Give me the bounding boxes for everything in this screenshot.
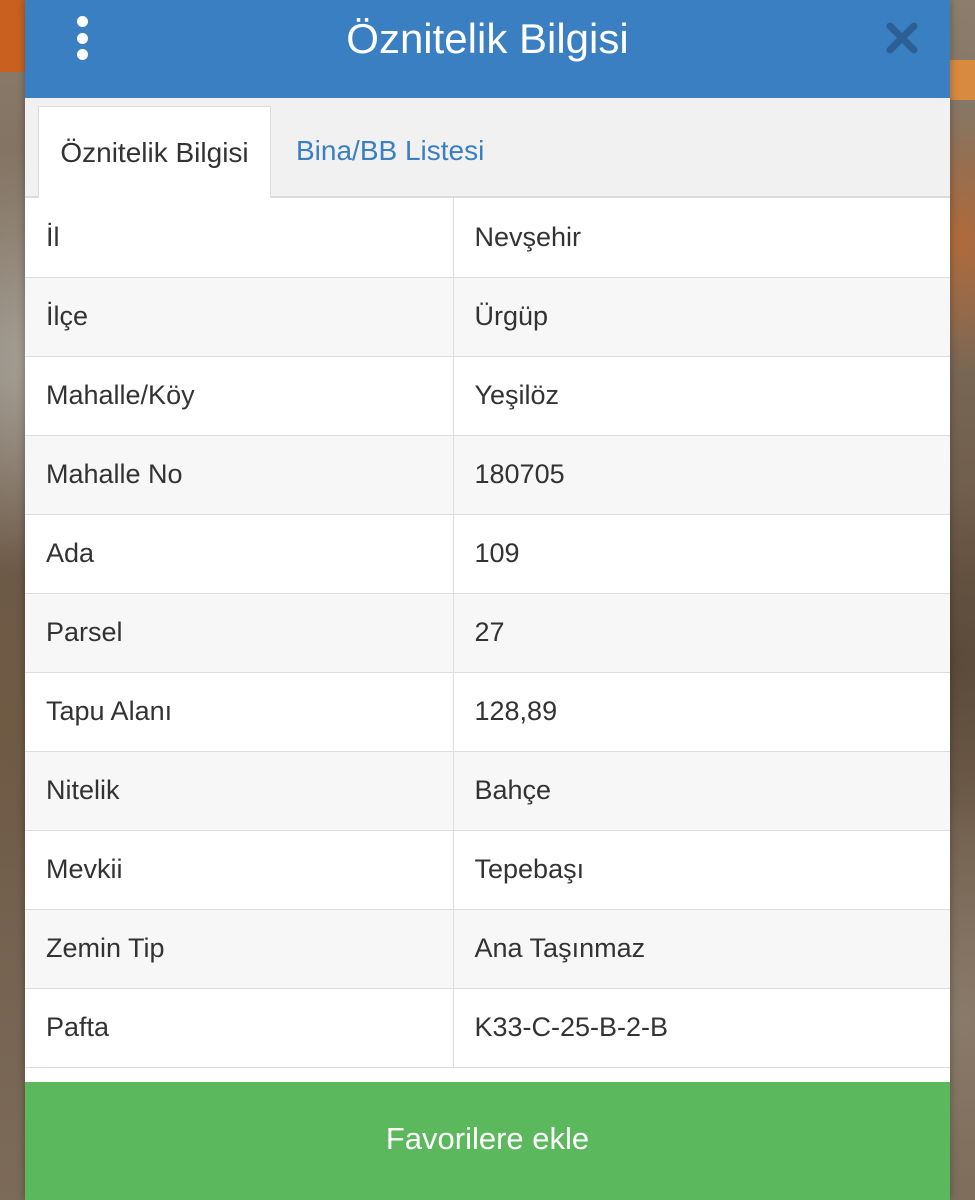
- attribute-value: Tepebaşı: [453, 830, 950, 910]
- table-row: Mevkii Tepebaşı: [25, 830, 950, 910]
- attribute-key: Parsel: [25, 593, 454, 673]
- attribute-value: Yeşilöz: [453, 356, 950, 436]
- attribute-value: K33-C-25-B-2-B: [453, 988, 950, 1068]
- attribute-key: Mahalle/Köy: [25, 356, 454, 436]
- table-row: Pafta K33-C-25-B-2-B: [25, 988, 950, 1068]
- tab-building-list[interactable]: Bina/BB Listesi: [296, 106, 484, 196]
- tab-bar: Öznitelik Bilgisi Bina/BB Listesi: [25, 98, 950, 198]
- attribute-key: İl: [25, 198, 454, 278]
- attribute-key: Ada: [25, 514, 454, 594]
- attribute-key: Mevkii: [25, 830, 454, 910]
- table-row: Mahalle/Köy Yeşilöz: [25, 356, 950, 436]
- attribute-key: Pafta: [25, 988, 454, 1068]
- attribute-key: İlçe: [25, 277, 454, 357]
- attribute-value: Ana Taşınmaz: [453, 909, 950, 989]
- table-row: Nitelik Bahçe: [25, 751, 950, 831]
- attribute-value: 109: [453, 514, 950, 594]
- table-row: Mahalle No 180705: [25, 435, 950, 515]
- attribute-value: Nevşehir: [453, 198, 950, 278]
- table-row: Parsel 27: [25, 593, 950, 673]
- vertical-dots-icon[interactable]: [69, 16, 95, 60]
- dialog-header: Öznitelik Bilgisi: [25, 0, 950, 98]
- dialog-title: Öznitelik Bilgisi: [346, 15, 629, 62]
- close-icon[interactable]: [882, 18, 922, 58]
- attribute-key: Zemin Tip: [25, 909, 454, 989]
- table-row: Zemin Tip Ana Taşınmaz: [25, 909, 950, 989]
- table-row: İlçe Ürgüp: [25, 277, 950, 357]
- attribute-value: Bahçe: [453, 751, 950, 831]
- map-feature: [949, 60, 975, 100]
- table-row: İl Nevşehir: [25, 198, 950, 278]
- attribute-value: 128,89: [453, 672, 950, 752]
- table-row: Ada 109: [25, 514, 950, 594]
- table-row: Tapu Alanı 128,89: [25, 672, 950, 752]
- attribute-key: Nitelik: [25, 751, 454, 831]
- attribute-key: Mahalle No: [25, 435, 454, 515]
- attribute-key: Tapu Alanı: [25, 672, 454, 752]
- attribute-value: 27: [453, 593, 950, 673]
- attribute-dialog: Öznitelik Bilgisi Öznitelik Bilgisi Bina…: [25, 0, 950, 1200]
- add-to-favorites-button[interactable]: Favorilere ekle: [25, 1082, 950, 1200]
- attribute-value: Ürgüp: [453, 277, 950, 357]
- attribute-table: İl Nevşehir İlçe Ürgüp Mahalle/Köy Yeşilöz Mah…: [25, 198, 950, 1068]
- attribute-value: 180705: [453, 435, 950, 515]
- tab-attribute-info[interactable]: Öznitelik Bilgisi: [38, 106, 271, 198]
- map-feature: [0, 0, 26, 72]
- add-to-favorites-label: Favorilere ekle: [385, 1121, 590, 1156]
